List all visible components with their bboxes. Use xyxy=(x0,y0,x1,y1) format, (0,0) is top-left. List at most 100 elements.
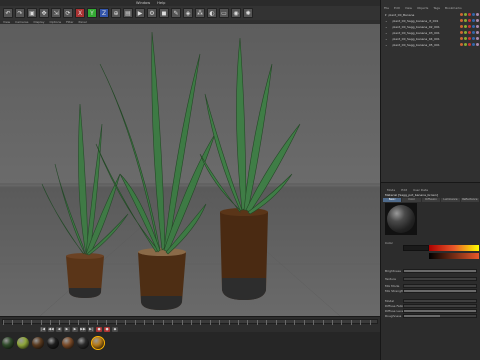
menu-window[interactable]: Window xyxy=(136,1,150,5)
attr-value-field[interactable] xyxy=(403,283,477,288)
object-expand-icon[interactable]: ▾ xyxy=(385,13,387,17)
object-expand-icon[interactable]: ⌄ xyxy=(385,31,388,35)
attr-value-field[interactable] xyxy=(403,303,477,308)
object-tags[interactable] xyxy=(460,19,479,22)
x-axis-icon[interactable]: X xyxy=(75,8,85,18)
move-icon[interactable]: ✥ xyxy=(39,8,49,18)
timeline-ruler[interactable] xyxy=(2,319,378,325)
keyframe-icon[interactable]: ◆ xyxy=(112,326,118,332)
object-row[interactable]: ⌄ plant_00_Sagg_banana_03_001 xyxy=(385,30,479,35)
object-row[interactable]: ▾ plant_00_Banana xyxy=(385,12,479,17)
attr-value-field[interactable] xyxy=(403,276,477,281)
object-row[interactable]: ⌄ plant_00_Sagg_banana_rt_001 xyxy=(385,18,479,23)
channel-tab[interactable]: Color xyxy=(402,198,421,202)
tag-icon[interactable] xyxy=(460,25,463,28)
om-edit[interactable]: Edit xyxy=(394,6,400,10)
attr-tab-userdata[interactable]: User Data xyxy=(413,188,428,192)
plant-medium[interactable] xyxy=(95,31,216,310)
object-row[interactable]: ⌄ plant_00_Sagg_banana_04_001 xyxy=(385,36,479,41)
coord-icon[interactable]: ⊕ xyxy=(111,8,121,18)
tag-icon[interactable] xyxy=(460,31,463,34)
play-icon[interactable]: ▶ xyxy=(64,326,70,332)
color-saturation-picker[interactable] xyxy=(429,253,479,259)
tag-icon[interactable] xyxy=(468,19,471,22)
deformer-icon[interactable]: ◐ xyxy=(207,8,217,18)
attr-value-field[interactable] xyxy=(403,313,477,318)
color-swatch[interactable] xyxy=(403,245,429,251)
attr-tab-mode[interactable]: Mode xyxy=(387,188,395,192)
menu-help[interactable]: Help xyxy=(157,1,165,5)
object-expand-icon[interactable]: ⌄ xyxy=(385,43,388,47)
tag-icon[interactable] xyxy=(464,31,467,34)
tag-icon[interactable] xyxy=(464,19,467,22)
tag-icon[interactable] xyxy=(468,25,471,28)
object-tags[interactable] xyxy=(460,13,479,16)
prev-key-icon[interactable]: ◀◀ xyxy=(48,326,54,332)
pen-icon[interactable]: ✎ xyxy=(171,8,181,18)
next-key-icon[interactable]: ▶▶ xyxy=(80,326,86,332)
om-file[interactable]: File xyxy=(384,6,389,10)
camera-icon[interactable]: ◉ xyxy=(231,8,241,18)
channel-tab[interactable]: Luminance xyxy=(441,198,460,202)
tag-icon[interactable] xyxy=(464,43,467,46)
render-region-icon[interactable]: ▤ xyxy=(123,8,133,18)
tag-icon[interactable] xyxy=(460,19,463,22)
tag-icon[interactable] xyxy=(472,13,475,16)
render-view-icon[interactable]: ▶ xyxy=(135,8,145,18)
tag-icon[interactable] xyxy=(472,19,475,22)
tag-icon[interactable] xyxy=(472,31,475,34)
rotate-icon[interactable]: ⟳ xyxy=(63,8,73,18)
object-row[interactable]: ⌄ plant_00_Sagg_banana_02_001 xyxy=(385,24,479,29)
attr-value-field[interactable] xyxy=(403,298,477,303)
om-view[interactable]: View xyxy=(405,6,412,10)
tag-icon[interactable] xyxy=(460,13,463,16)
object-tags[interactable] xyxy=(460,43,479,46)
tag-icon[interactable] xyxy=(472,25,475,28)
attr-value-field[interactable] xyxy=(403,288,477,293)
om-tags[interactable]: Tags xyxy=(433,6,440,10)
light-icon[interactable]: ✺ xyxy=(243,8,253,18)
om-bookmarks[interactable]: Bookmarks xyxy=(445,6,462,10)
autokey-icon[interactable]: ● xyxy=(104,326,110,332)
array-icon[interactable]: ⁂ xyxy=(195,8,205,18)
go-start-icon[interactable]: |◀ xyxy=(40,326,46,332)
select-icon[interactable]: ▣ xyxy=(27,8,37,18)
cube-icon[interactable]: ◼ xyxy=(159,8,169,18)
tag-icon[interactable] xyxy=(476,13,479,16)
object-tags[interactable] xyxy=(460,37,479,40)
tag-icon[interactable] xyxy=(460,37,463,40)
tag-icon[interactable] xyxy=(460,43,463,46)
tag-icon[interactable] xyxy=(476,19,479,22)
scale-icon[interactable]: ⇲ xyxy=(51,8,61,18)
next-frame-icon[interactable]: ▶ xyxy=(72,326,78,332)
object-tags[interactable] xyxy=(460,31,479,34)
tag-icon[interactable] xyxy=(468,31,471,34)
3d-viewport[interactable] xyxy=(0,24,380,316)
mat-dark-swatch[interactable] xyxy=(47,337,59,349)
object-tags[interactable] xyxy=(460,25,479,28)
prev-frame-icon[interactable]: ◀ xyxy=(56,326,62,332)
color-gradient-picker[interactable] xyxy=(429,245,479,251)
mat-amber-swatch[interactable] xyxy=(91,336,105,350)
tag-icon[interactable] xyxy=(472,37,475,40)
tag-icon[interactable] xyxy=(468,13,471,16)
tag-icon[interactable] xyxy=(476,25,479,28)
plant-large[interactable] xyxy=(199,37,301,300)
channel-tab[interactable]: Diffusion xyxy=(421,198,441,202)
undo-icon[interactable]: ↶ xyxy=(3,8,13,18)
mat-black-swatch[interactable] xyxy=(77,337,89,349)
tag-icon[interactable] xyxy=(468,43,471,46)
tag-icon[interactable] xyxy=(472,43,475,46)
mat-brown-swatch[interactable] xyxy=(32,337,44,349)
render-settings-icon[interactable]: ⚙ xyxy=(147,8,157,18)
plant-small[interactable] xyxy=(41,103,129,298)
object-expand-icon[interactable]: ⌄ xyxy=(385,25,388,29)
tag-icon[interactable] xyxy=(476,43,479,46)
tag-icon[interactable] xyxy=(464,25,467,28)
tag-icon[interactable] xyxy=(476,37,479,40)
subdivide-icon[interactable]: ◈ xyxy=(183,8,193,18)
redo-icon[interactable]: ↷ xyxy=(15,8,25,18)
mat-light-green-swatch[interactable] xyxy=(17,337,29,349)
tag-icon[interactable] xyxy=(468,37,471,40)
floor-icon[interactable]: ▭ xyxy=(219,8,229,18)
